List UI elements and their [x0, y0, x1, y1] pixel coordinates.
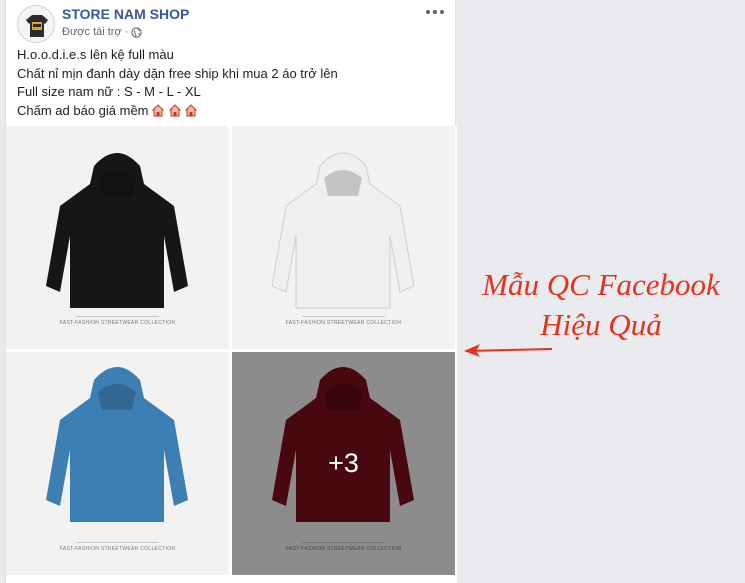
dot-icon — [426, 10, 430, 14]
post-text-line: Full size nam nữ : S - M - L - XL — [17, 84, 201, 99]
photo-grid: FAST-FASHION STREETWEAR COLLECTION FAST-… — [6, 126, 457, 583]
house-emoji-icon — [168, 103, 181, 116]
photo-tile[interactable]: FAST-FASHION STREETWEAR COLLECTION — [6, 126, 229, 349]
avatar-logo-icon — [18, 6, 54, 42]
caption-divider — [302, 316, 385, 317]
annotation-text: Mẫu QC Facebook Hiệu Quả — [462, 265, 740, 345]
more-options-icon[interactable] — [423, 2, 447, 22]
photo-caption: FAST-FASHION STREETWEAR COLLECTION — [59, 546, 176, 552]
photo-tile[interactable]: FAST-FASHION STREETWEAR COLLECTION — [232, 126, 455, 349]
post-text-line: H.o.o.d.i.e.s lên kệ full màu — [17, 47, 174, 62]
house-emoji-icon — [152, 103, 165, 116]
caption-divider — [76, 542, 159, 543]
sponsored-post: STORE NAM SHOP Được tài trợ · H.o.o.d.i.… — [5, 0, 457, 583]
dot-icon — [433, 10, 437, 14]
photo-caption: FAST-FASHION STREETWEAR COLLECTION — [59, 320, 176, 326]
more-photos-count: +3 — [328, 448, 359, 478]
post-text-line: Chấm ad báo giá mềm — [17, 102, 149, 118]
caption-divider — [76, 316, 159, 317]
photo-caption: FAST-FASHION STREETWEAR COLLECTION — [285, 320, 402, 326]
globe-icon — [131, 26, 143, 38]
post-header: STORE NAM SHOP Được tài trợ · — [6, 0, 455, 44]
sponsored-label: Được tài trợ · — [62, 26, 143, 38]
post-text-line: Chất nỉ mịn đanh dày dặn free ship khi m… — [17, 65, 338, 81]
post-text: H.o.o.d.i.e.s lên kệ full màu Chất nỉ mị… — [17, 46, 338, 120]
screenshot-root: STORE NAM SHOP Được tài trợ · H.o.o.d.i.… — [0, 0, 745, 583]
sponsored-text: Được tài trợ · — [62, 26, 129, 38]
left-arrow-icon — [464, 344, 553, 357]
photo-tile-more[interactable]: FAST-FASHION STREETWEAR COLLECTION +3 — [232, 352, 455, 575]
dot-icon — [440, 10, 444, 14]
page-name-link[interactable]: STORE NAM SHOP — [62, 6, 189, 22]
post-text-line-with-emoji: Chấm ad báo giá mềm — [17, 102, 338, 121]
photo-tile[interactable]: FAST-FASHION STREETWEAR COLLECTION — [6, 352, 229, 575]
annotation-line: Mẫu QC Facebook — [482, 267, 720, 302]
house-emoji-icon — [185, 103, 198, 116]
page-avatar[interactable] — [17, 5, 55, 43]
